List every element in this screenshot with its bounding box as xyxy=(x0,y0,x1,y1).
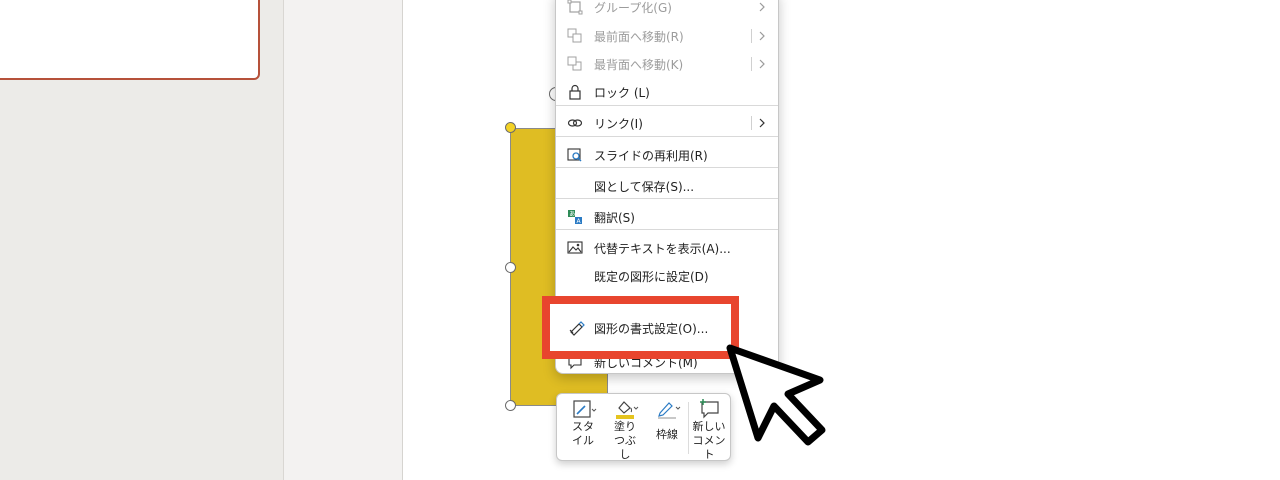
menu-separator xyxy=(556,229,778,230)
menu-separator xyxy=(556,136,778,137)
menu-item-label: 既定の図形に設定(D) xyxy=(594,269,709,284)
reuse-slides-icon xyxy=(566,147,584,163)
pane-divider xyxy=(283,0,403,480)
link-icon xyxy=(566,115,584,131)
new-comment-icon xyxy=(694,398,724,420)
menu-item-reuse-slides[interactable]: スライドの再利用(R) xyxy=(556,142,778,168)
chevron-right-icon[interactable] xyxy=(756,30,768,42)
menu-separator xyxy=(556,167,778,168)
menu-item-set-default-shape[interactable]: 既定の図形に設定(D) xyxy=(556,263,778,289)
format-shape-icon xyxy=(568,320,586,336)
menu-item-label: 代替テキストを表示(A)... xyxy=(594,241,731,256)
menu-item-format-shape[interactable]: 図形の書式設定(O)... xyxy=(594,320,708,337)
split-divider xyxy=(751,116,752,130)
outline-label: 枠線 xyxy=(656,428,678,441)
mouse-pointer-icon xyxy=(722,342,832,452)
fill-button[interactable]: 塗りつぶし xyxy=(605,398,645,461)
fill-label: 塗りつぶし xyxy=(614,420,636,461)
chevron-right-icon xyxy=(756,1,768,13)
menu-separator xyxy=(556,105,778,106)
menu-item-lock[interactable]: ロック (L) xyxy=(556,79,778,105)
shape-style-icon xyxy=(568,398,598,420)
pen-outline-icon xyxy=(652,398,682,420)
menu-item-label: 最前面へ移動(R) xyxy=(594,29,684,44)
menu-item-link[interactable]: リンク(I) xyxy=(556,110,778,136)
slide-thumbnail[interactable] xyxy=(0,0,260,80)
menu-item-translate[interactable]: あA 翻訳(S) xyxy=(556,204,778,230)
menu-item-bring-to-front[interactable]: 最前面へ移動(R) xyxy=(556,23,778,49)
translate-icon: あA xyxy=(566,209,584,225)
lock-icon xyxy=(566,84,584,100)
menu-item-label: 最背面へ移動(K) xyxy=(594,57,684,72)
menu-item-label: ロック (L) xyxy=(594,85,650,100)
paint-bucket-icon xyxy=(610,398,640,420)
outline-button[interactable]: 枠線 xyxy=(647,398,687,458)
format-shape-highlight[interactable]: 図形の書式設定(O)... xyxy=(542,296,739,359)
style-label: スタイル xyxy=(572,420,594,447)
menu-item-label: スライドの再利用(R) xyxy=(594,148,708,163)
svg-text:あ: あ xyxy=(569,211,575,218)
resize-handle-left[interactable] xyxy=(505,262,516,273)
menu-item-label: 図として保存(S)... xyxy=(594,179,695,194)
adjust-handle[interactable] xyxy=(505,122,516,133)
menu-item-label: グループ化(G) xyxy=(594,0,672,15)
split-divider xyxy=(751,29,752,43)
menu-item-label: リンク(I) xyxy=(594,116,643,131)
menu-item-alt-text[interactable]: 代替テキストを表示(A)... xyxy=(556,235,778,261)
slide-thumbnail-pane xyxy=(0,0,283,480)
style-button[interactable]: スタイル xyxy=(563,398,603,458)
group-icon xyxy=(566,0,584,15)
send-to-back-icon xyxy=(566,56,584,72)
menu-item-send-to-back[interactable]: 最背面へ移動(K) xyxy=(556,51,778,77)
menu-item-save-as-picture[interactable]: 図として保存(S)... xyxy=(556,173,778,199)
menu-separator xyxy=(556,198,778,199)
chevron-right-icon[interactable] xyxy=(756,58,768,70)
split-divider xyxy=(751,57,752,71)
menu-item-group[interactable]: グループ化(G) xyxy=(556,0,778,20)
alt-text-icon xyxy=(566,240,584,256)
menu-item-label: 翻訳(S) xyxy=(594,210,635,225)
bring-to-front-icon xyxy=(566,28,584,44)
chevron-right-icon[interactable] xyxy=(756,117,768,129)
mini-toolbar: スタイル 塗りつぶし 枠線 新しいコメント xyxy=(556,393,731,461)
resize-handle-bottom-left[interactable] xyxy=(505,400,516,411)
